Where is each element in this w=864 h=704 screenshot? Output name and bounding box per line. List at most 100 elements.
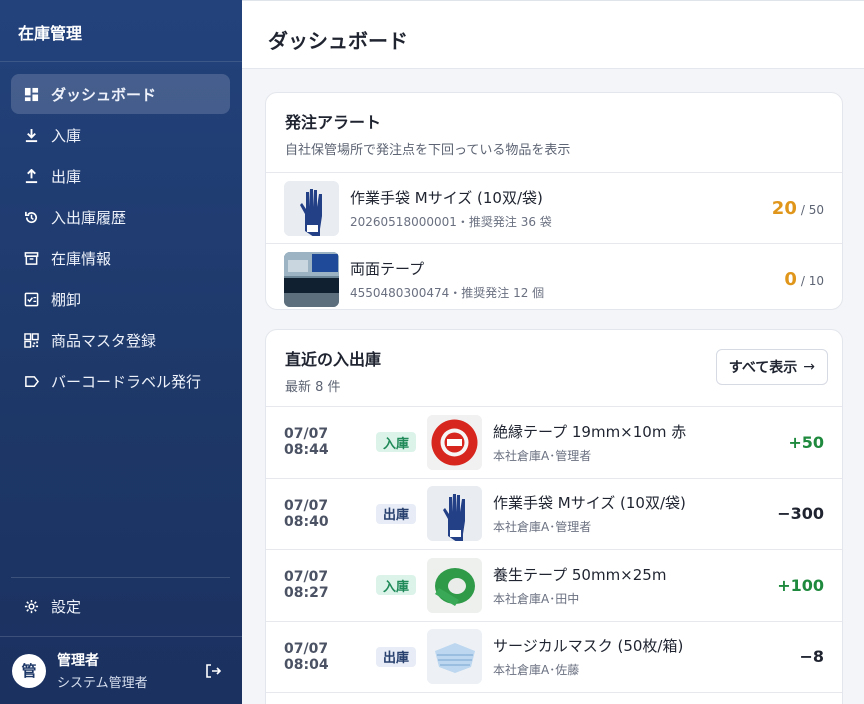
upload-icon [23,168,39,184]
view-all-button[interactable]: すべて表示 → [715,349,828,385]
qr-code-icon [23,332,39,348]
label-icon [23,373,39,389]
product-thumbnail [284,180,339,236]
status-badge: 入庫 [376,575,416,596]
status-badge: 出庫 [376,503,416,524]
product-meta: 本社倉庫A･田中 [493,591,580,606]
status-badge: 出庫 [376,646,416,667]
product-name: 養生テープ 50mm×25m [493,565,667,584]
arrow-right-icon: → [803,359,815,375]
main-content: ダッシュボード 発注アラート 自社保管場所で発注点を下回っている物品を表示 作業… [242,0,864,704]
user-role: システム管理者 [57,676,148,691]
movement-quantity: −300 [777,504,824,524]
card-subtitle: 自社保管場所で発注点を下回っている物品を表示 [285,143,571,158]
sidebar-item-barcode-label[interactable]: バーコードラベル発行 [11,361,230,401]
sidebar-item-outbound[interactable]: 出庫 [11,156,230,196]
product-thumbnail [427,486,482,542]
red-tape-icon [427,414,482,470]
table-row[interactable]: 07/07 08:40 出庫 作業手袋 Mサイズ (10双/袋) 本社倉庫A･管… [266,479,842,550]
sidebar-item-inbound[interactable]: 入庫 [11,115,230,155]
stock-threshold: / 50 [800,202,824,217]
tape-package-icon [284,252,339,307]
stock-threshold: / 10 [800,274,824,288]
movement-time: 07/07 08:44 [284,426,329,459]
sidebar-item-label: 出庫 [51,167,82,186]
view-all-label: すべて表示 [728,360,798,376]
movement-quantity: +50 [788,432,824,452]
sidebar-item-history[interactable]: 入出庫履歴 [11,197,230,237]
movement-quantity: −8 [799,647,824,667]
movement-time: 07/07 08:40 [284,497,329,530]
table-row[interactable]: 07/07 08:04 出庫 サージカルマスク (50枚/箱) 本社倉庫A･佐藤… [266,622,842,693]
stock-current: 20 [771,197,797,219]
row-info: 養生テープ 50mm×25m 本社倉庫A･田中 [493,564,764,607]
sidebar: 在庫管理 ダッシュボード 入庫 出庫 入出庫履歴 在庫情報 棚卸 商品マスタ登録… [0,0,242,704]
product-name: サージカルマスク (50枚/箱) [493,637,684,656]
table-row[interactable]: 07/07 08:44 入庫 絶縁テープ 19mm×10m 赤 本社倉庫A･管理… [266,407,842,479]
user-name: 管理者 [57,653,99,669]
product-meta: 本社倉庫A･管理者 [493,448,592,463]
sidebar-settings-section: 設定 [11,577,230,626]
stock-current: 0 [784,269,797,290]
row-info: 絶縁テープ 19mm×10m 赤 本社倉庫A･管理者 [493,421,764,464]
sidebar-item-label: 棚卸 [51,290,82,309]
movement-time: 07/07 08:27 [284,569,329,602]
recent-movements-card: 直近の入出庫 最新 8 件 すべて表示 → 07/07 08:44 入庫 絶縁テ… [265,329,843,704]
card-title: 発注アラート [285,113,382,132]
product-name: 両面テープ [350,260,425,278]
sidebar-item-label: ダッシュボード [51,85,157,104]
sidebar-item-label: 入出庫履歴 [51,208,127,227]
list-item[interactable]: 両面テープ 4550480300474・推奨発注 12 個 0/ 10 [266,244,842,309]
mask-icon [427,629,482,685]
sidebar-item-label: 在庫情報 [51,249,112,268]
product-name: 作業手袋 Mサイズ (10双/袋) [493,494,686,513]
product-thumbnail [427,414,482,470]
sidebar-item-settings[interactable]: 設定 [11,586,230,626]
archive-icon [23,250,39,266]
table-row[interactable]: 07/07 08:27 入庫 養生テープ 50mm×25m 本社倉庫A･田中 +… [266,550,842,622]
product-thumbnail [284,252,339,307]
row-info: 両面テープ 4550480300474・推奨発注 12 個 [350,258,784,301]
product-name: 絶縁テープ 19mm×10m 赤 [493,422,687,441]
card-header: 発注アラート 自社保管場所で発注点を下回っている物品を表示 [266,93,842,173]
sidebar-item-label: 商品マスタ登録 [51,331,157,350]
page-title: ダッシュボード [242,0,864,69]
user-panel: 管 管理者 システム管理者 [0,636,242,704]
product-meta: 20260518000001・推奨発注 36 袋 [350,214,552,229]
dashboard-icon [23,86,39,102]
sidebar-item-product-master[interactable]: 商品マスタ登録 [11,320,230,360]
user-info: 管理者 システム管理者 [57,650,204,691]
product-meta: 本社倉庫A･佐藤 [493,663,580,678]
app-brand: 在庫管理 [0,0,242,62]
list-item[interactable]: 作業手袋 Mサイズ (10双/袋) 20260518000001・推奨発注 36… [266,173,842,244]
history-icon [23,209,39,225]
sidebar-item-dashboard[interactable]: ダッシュボード [11,74,230,114]
sidebar-item-inventory[interactable]: 在庫情報 [11,238,230,278]
gloves-icon [284,180,339,236]
movement-time: 07/07 08:04 [284,640,329,673]
stock-level: 20/ 50 [772,198,824,219]
card-header: 直近の入出庫 最新 8 件 すべて表示 → [266,330,842,407]
row-info: サージカルマスク (50枚/箱) 本社倉庫A･佐藤 [493,635,764,678]
row-info: 作業手袋 Mサイズ (10双/袋) 20260518000001・推奨発注 36… [350,187,772,230]
product-thumbnail [427,629,482,685]
logout-icon[interactable] [204,662,222,680]
row-info: 作業手袋 Mサイズ (10双/袋) 本社倉庫A･管理者 [493,492,764,535]
sidebar-item-label: 設定 [51,597,82,616]
checklist-icon [23,291,39,307]
sidebar-nav: ダッシュボード 入庫 出庫 入出庫履歴 在庫情報 棚卸 商品マスタ登録 バーコー… [0,62,242,401]
sidebar-item-stocktake[interactable]: 棚卸 [11,279,230,319]
avatar: 管 [12,653,46,688]
product-meta: 本社倉庫A･管理者 [493,520,592,535]
product-meta: 4550480300474・推奨発注 12 個 [350,286,545,300]
sidebar-item-label: 入庫 [51,126,82,145]
sidebar-item-label: バーコードラベル発行 [51,372,202,391]
product-name: 作業手袋 Mサイズ (10双/袋) [350,188,543,207]
stock-level: 0/ 10 [784,269,824,290]
green-tape-icon [427,557,482,613]
gear-icon [23,598,39,614]
movement-quantity: +100 [777,575,824,595]
product-thumbnail [427,557,482,613]
gloves-icon [427,486,482,542]
status-badge: 入庫 [376,432,416,453]
